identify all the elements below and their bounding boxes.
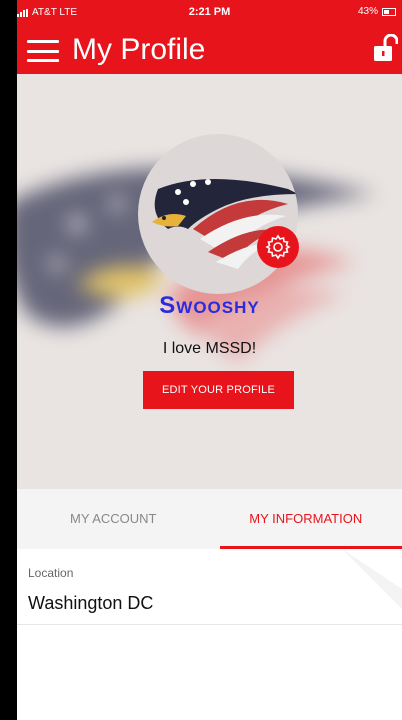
battery-percent: 43%: [357, 6, 378, 17]
app-header: My Profile: [17, 24, 402, 74]
status-time: 2:21 PM: [188, 6, 231, 18]
watermark-decoration: [342, 549, 402, 609]
hamburger-menu-icon[interactable]: [27, 40, 59, 62]
profile-settings-button[interactable]: [257, 226, 299, 268]
app-screen: AT&T LTE 2:21 PM 43% My Profile Swooshy …: [17, 0, 402, 720]
edit-profile-button[interactable]: EDIT YOUR PROFILE: [143, 371, 294, 409]
location-label: Location: [28, 566, 74, 580]
unlock-icon[interactable]: [372, 33, 399, 62]
page-title: My Profile: [72, 33, 206, 66]
location-value: Washington DC: [28, 593, 154, 613]
profile-hero: Swooshy I love MSSD! EDIT YOUR PROFILE: [17, 74, 402, 489]
eagle-logo-icon: [152, 179, 298, 269]
battery-icon: [382, 7, 396, 16]
avatar[interactable]: [138, 134, 298, 294]
status-battery: 43%: [358, 6, 396, 17]
tab-my-information[interactable]: MY INFORMATION: [210, 489, 402, 549]
tab-my-account[interactable]: MY ACCOUNT: [17, 489, 210, 549]
username: Swooshy: [159, 292, 260, 319]
profile-tabs: MY ACCOUNT MY INFORMATION: [17, 489, 402, 549]
status-bar: AT&T LTE 2:21 PM 43%: [17, 0, 402, 24]
gear-icon: [265, 234, 291, 260]
profile-bio: I love MSSD!: [162, 340, 257, 357]
